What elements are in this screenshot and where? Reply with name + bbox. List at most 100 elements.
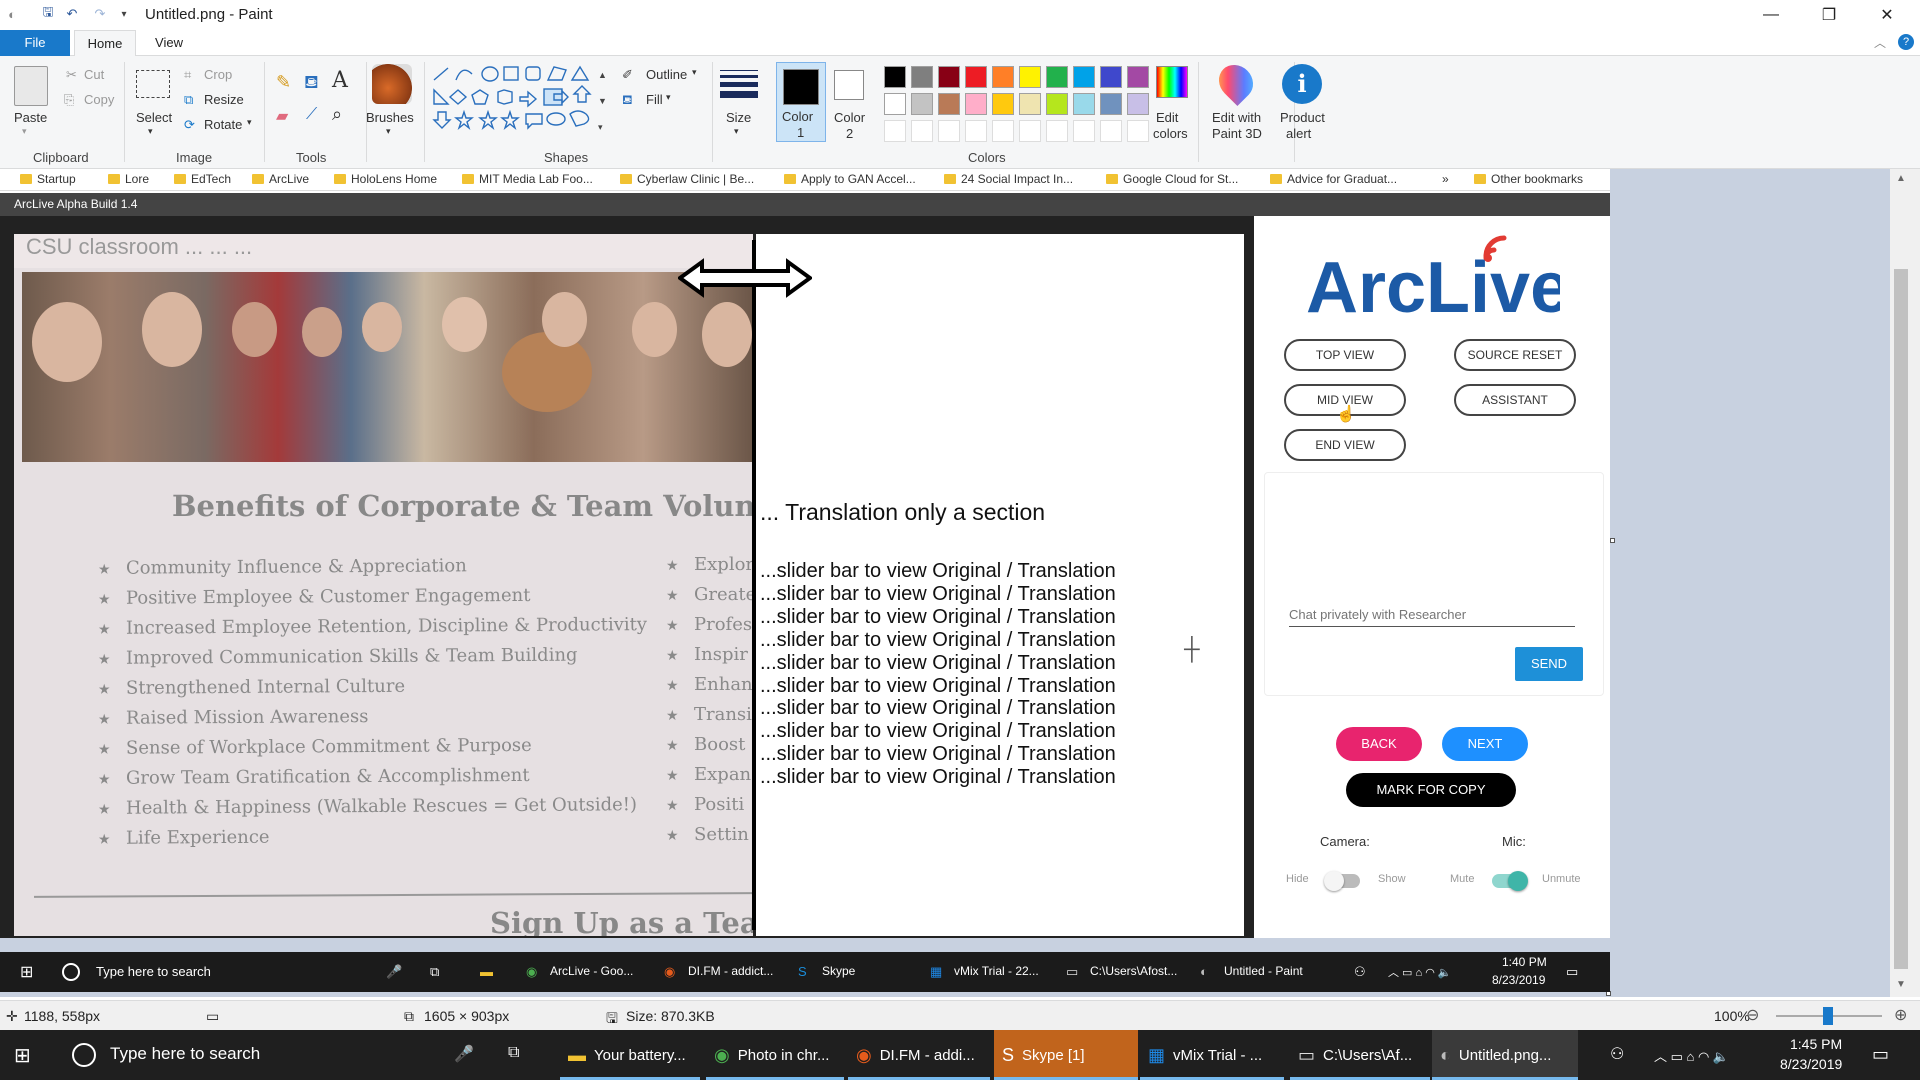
palette-swatch[interactable] <box>911 93 933 115</box>
scrollbar-thumb[interactable] <box>1894 269 1908 969</box>
help-icon[interactable]: ? <box>1898 34 1914 50</box>
tab-view[interactable]: View <box>144 30 194 56</box>
magnifier-icon[interactable]: ⌕ <box>332 104 342 125</box>
camera-toggle[interactable] <box>1324 871 1360 891</box>
brushes-dropdown-icon[interactable]: ▾ <box>386 126 391 137</box>
clock-date[interactable]: 8/23/2019 <box>1780 1056 1842 1072</box>
collapse-ribbon-icon[interactable]: ︿ <box>1874 34 1886 51</box>
assistant-button[interactable]: ASSISTANT <box>1454 384 1576 416</box>
bookmark-item[interactable]: Startup <box>20 172 76 186</box>
palette-swatch-empty[interactable] <box>1019 120 1041 142</box>
resize-button[interactable]: Resize <box>204 92 244 107</box>
bookmark-item[interactable]: 24 Social Impact In... <box>944 172 1073 186</box>
palette-swatch-empty[interactable] <box>938 120 960 142</box>
rotate-button[interactable]: Rotate <box>204 117 242 132</box>
palette-swatch-empty[interactable] <box>884 120 906 142</box>
shapes-gallery[interactable]: ▲ ▼ ▾ <box>430 64 612 140</box>
maximize-button[interactable]: ❐ <box>1800 0 1858 30</box>
cut-button[interactable]: Cut <box>84 67 104 82</box>
paste-icon[interactable] <box>14 66 48 106</box>
palette-swatch[interactable] <box>884 66 906 88</box>
end-view-button[interactable]: END VIEW <box>1284 429 1406 461</box>
text-tool-icon[interactable]: A <box>332 68 348 93</box>
pencil-icon[interactable]: ✎ <box>276 72 291 93</box>
outline-dropdown-icon[interactable]: ▾ <box>692 67 697 78</box>
taskbar-app[interactable]: ▦ vMix Trial - ... <box>1140 1030 1284 1080</box>
palette-swatch-empty[interactable] <box>992 120 1014 142</box>
microphone-icon[interactable]: 🎤 <box>454 1044 474 1064</box>
palette-swatch[interactable] <box>1046 93 1068 115</box>
slider-drag-arrows-icon[interactable] <box>678 258 812 298</box>
palette-swatch-empty[interactable] <box>1046 120 1068 142</box>
taskbar-app[interactable]: S Skype [1] <box>994 1030 1138 1080</box>
undo-icon[interactable]: ↶ <box>64 6 80 22</box>
tab-file[interactable]: File <box>0 30 70 56</box>
palette-swatch[interactable] <box>965 66 987 88</box>
palette-swatch[interactable] <box>1100 93 1122 115</box>
palette-swatch[interactable] <box>992 93 1014 115</box>
next-button[interactable]: NEXT <box>1442 727 1528 761</box>
paste-button[interactable]: Paste <box>14 110 47 125</box>
source-reset-button[interactable]: SOURCE RESET <box>1454 339 1576 371</box>
outline-button[interactable]: Outline <box>646 67 687 82</box>
palette-swatch[interactable] <box>1127 93 1149 115</box>
palette-swatch-empty[interactable] <box>965 120 987 142</box>
bookmark-item[interactable]: EdTech <box>174 172 231 186</box>
redo-icon[interactable]: ↷ <box>92 6 108 22</box>
zoom-slider-thumb[interactable] <box>1823 1007 1833 1025</box>
send-button[interactable]: SEND <box>1515 647 1583 681</box>
chat-input[interactable] <box>1289 603 1575 627</box>
palette-swatch-empty[interactable] <box>1073 120 1095 142</box>
taskbar-app[interactable]: ▭ C:\Users\Af... <box>1290 1030 1430 1080</box>
paint3d-line1[interactable]: Edit with <box>1212 110 1261 125</box>
eraser-icon[interactable]: ▰ <box>276 106 288 126</box>
bookmark-item[interactable]: Cyberlaw Clinic | Be... <box>620 172 754 186</box>
size-icon[interactable] <box>720 70 758 100</box>
close-button[interactable]: ✕ <box>1858 0 1916 30</box>
canvas-resize-handle[interactable] <box>1610 538 1615 543</box>
scroll-down-icon[interactable]: ▼ <box>1896 979 1906 990</box>
palette-swatch[interactable] <box>992 66 1014 88</box>
bookmark-item[interactable]: Other bookmarks <box>1474 172 1583 186</box>
zoom-out-icon[interactable]: ⊖ <box>1746 1005 1759 1025</box>
palette-swatch[interactable] <box>884 93 906 115</box>
copy-button[interactable]: Copy <box>84 92 114 107</box>
edit-colors-icon[interactable] <box>1156 66 1188 98</box>
edit-colors-line1[interactable]: Edit <box>1156 110 1178 125</box>
taskbar-app[interactable]: ▬ Your battery... <box>560 1030 700 1080</box>
back-button[interactable]: BACK <box>1336 727 1422 761</box>
tab-home[interactable]: Home <box>74 30 136 57</box>
task-view-icon[interactable]: ⧉ <box>508 1044 519 1062</box>
scroll-up-icon[interactable]: ▲ <box>1896 173 1906 184</box>
product-alert-line2[interactable]: alert <box>1286 126 1311 141</box>
clock-time[interactable]: 1:45 PM <box>1790 1036 1842 1052</box>
mic-toggle[interactable] <box>1492 871 1528 891</box>
brushes-button[interactable]: Brushes <box>366 110 414 125</box>
size-button[interactable]: Size <box>726 110 751 125</box>
slider-divider[interactable] <box>752 240 756 930</box>
palette-swatch[interactable] <box>938 66 960 88</box>
palette-swatch[interactable] <box>911 66 933 88</box>
action-center-icon[interactable]: ▭ <box>1872 1044 1889 1065</box>
size-dropdown-icon[interactable]: ▾ <box>734 126 739 137</box>
color-picker-icon[interactable]: ⟋ <box>306 106 317 124</box>
color2-swatch[interactable] <box>834 70 864 100</box>
palette-swatch-empty[interactable] <box>1100 120 1122 142</box>
select-dropdown-icon[interactable]: ▾ <box>148 126 153 137</box>
fill-button[interactable]: Fill <box>646 92 663 107</box>
palette-swatch[interactable] <box>1019 93 1041 115</box>
paste-dropdown-icon[interactable]: ▾ <box>22 126 27 137</box>
palette-swatch[interactable] <box>1100 66 1122 88</box>
palette-swatch[interactable] <box>1046 66 1068 88</box>
select-icon[interactable] <box>136 70 170 98</box>
palette-swatch-empty[interactable] <box>911 120 933 142</box>
paint3d-icon[interactable] <box>1211 57 1261 107</box>
customize-toolbar-icon[interactable]: ▾ <box>116 6 132 22</box>
fill-bucket-icon[interactable]: ⛾ <box>304 72 319 96</box>
taskbar-search-text[interactable]: Type here to search <box>110 1044 260 1064</box>
palette-swatch[interactable] <box>1073 93 1095 115</box>
bookmark-item[interactable]: Lore <box>108 172 149 186</box>
palette-swatch[interactable] <box>1019 66 1041 88</box>
minimize-button[interactable]: — <box>1742 0 1800 30</box>
paint3d-line2[interactable]: Paint 3D <box>1212 126 1262 141</box>
